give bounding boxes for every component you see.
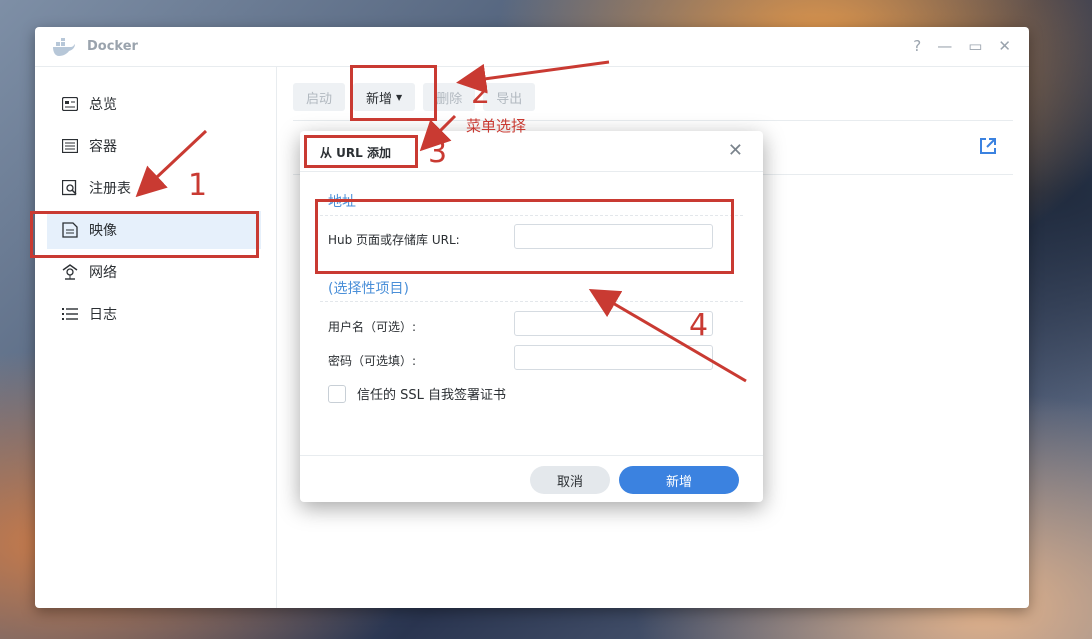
username-input[interactable] — [514, 311, 713, 336]
start-button[interactable]: 启动 — [293, 83, 346, 111]
maximize-icon[interactable]: ▭ — [968, 37, 982, 55]
password-input[interactable] — [514, 345, 713, 370]
annotation-number-2: 2 — [471, 76, 491, 111]
sidebar-item-network[interactable]: 网络 — [47, 253, 261, 291]
log-icon — [61, 305, 79, 323]
container-icon — [61, 137, 79, 155]
dialog-footer-divider — [300, 455, 763, 456]
annotation-number-4: 4 — [689, 308, 709, 343]
window-controls: ? — ▭ ✕ — [913, 37, 1011, 55]
open-external-icon[interactable] — [979, 137, 997, 159]
section-divider — [320, 301, 743, 302]
sidebar-item-label: 网络 — [89, 265, 117, 281]
sidebar: 总览 容器 注册表 映像 网络 日志 — [35, 67, 277, 608]
annotation-menu-note: 菜单选择 — [466, 117, 527, 135]
sidebar-item-label: 容器 — [89, 139, 117, 155]
minimize-icon[interactable]: — — [937, 37, 952, 55]
close-icon[interactable]: ✕ — [998, 37, 1011, 55]
annotation-number-1: 1 — [188, 168, 208, 203]
annotation-number-3: 3 — [428, 135, 448, 170]
window-title: Docker — [87, 39, 138, 54]
sidebar-item-log[interactable]: 日志 — [47, 295, 261, 333]
sidebar-item-overview[interactable]: 总览 — [47, 85, 261, 123]
overview-icon — [61, 95, 79, 113]
title-bar: Docker ? — ▭ ✕ — [35, 27, 1029, 67]
annotation-box-2 — [350, 65, 437, 121]
section-optional: (选择性项目) — [328, 281, 409, 297]
username-label: 用户名（可选）: — [328, 320, 417, 334]
sidebar-item-label: 总览 — [89, 97, 117, 113]
close-icon[interactable]: ✕ — [728, 140, 743, 161]
ssl-checkbox[interactable] — [328, 384, 346, 403]
sidebar-item-registry[interactable]: 注册表 — [47, 169, 261, 207]
cancel-button[interactable]: 取消 — [530, 466, 610, 494]
password-label: 密码（可选填）: — [328, 354, 417, 368]
ssl-label: 信任的 SSL 自我签署证书 — [357, 388, 507, 403]
sidebar-item-label: 日志 — [89, 307, 117, 323]
sidebar-item-container[interactable]: 容器 — [47, 127, 261, 165]
ssl-checkbox-row[interactable]: 信任的 SSL 自我签署证书 — [328, 384, 506, 403]
help-icon[interactable]: ? — [913, 37, 921, 55]
network-icon — [61, 263, 79, 281]
registry-icon — [61, 179, 79, 197]
confirm-add-button[interactable]: 新增 — [619, 466, 739, 494]
annotation-box-3 — [304, 135, 418, 168]
export-button[interactable]: 导出 — [483, 83, 536, 111]
docker-logo-icon — [51, 38, 77, 60]
annotation-box-4 — [315, 199, 734, 274]
annotation-box-1 — [30, 211, 259, 258]
sidebar-item-label: 注册表 — [89, 181, 131, 197]
